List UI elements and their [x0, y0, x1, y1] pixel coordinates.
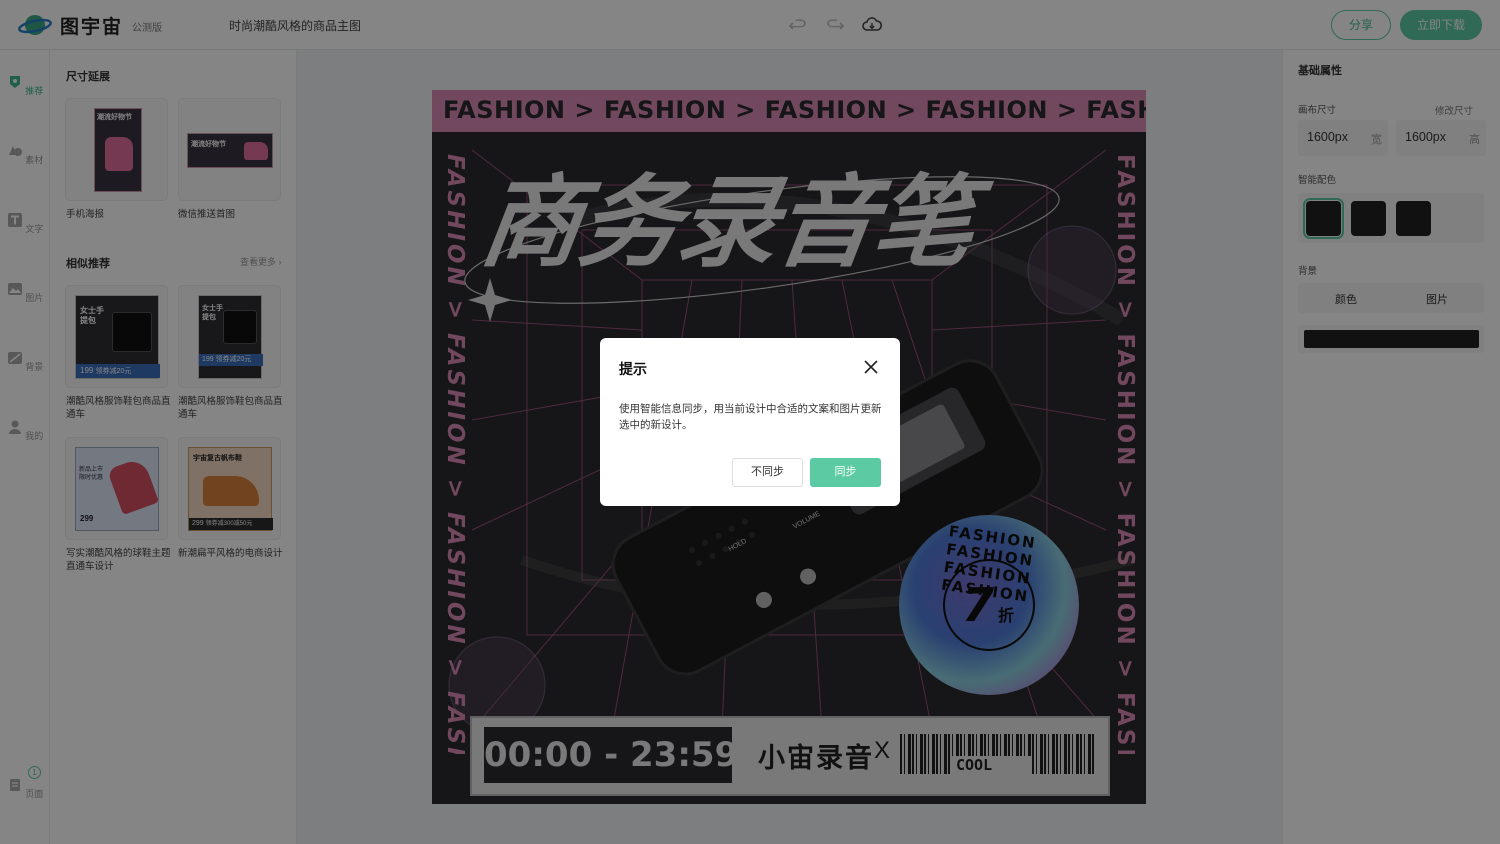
dialog-message: 使用智能信息同步，用当前设计中合适的文案和图片更新选中的新设计。 — [619, 403, 882, 431]
dialog-title: 提示 — [619, 361, 647, 377]
sync-dialog: 提示 使用智能信息同步，用当前设计中合适的文案和图片更新选中的新设计。 不同步 … — [600, 338, 900, 506]
close-icon[interactable] — [862, 358, 880, 376]
sync-button[interactable]: 同步 — [810, 458, 881, 487]
no-sync-button[interactable]: 不同步 — [732, 458, 803, 487]
